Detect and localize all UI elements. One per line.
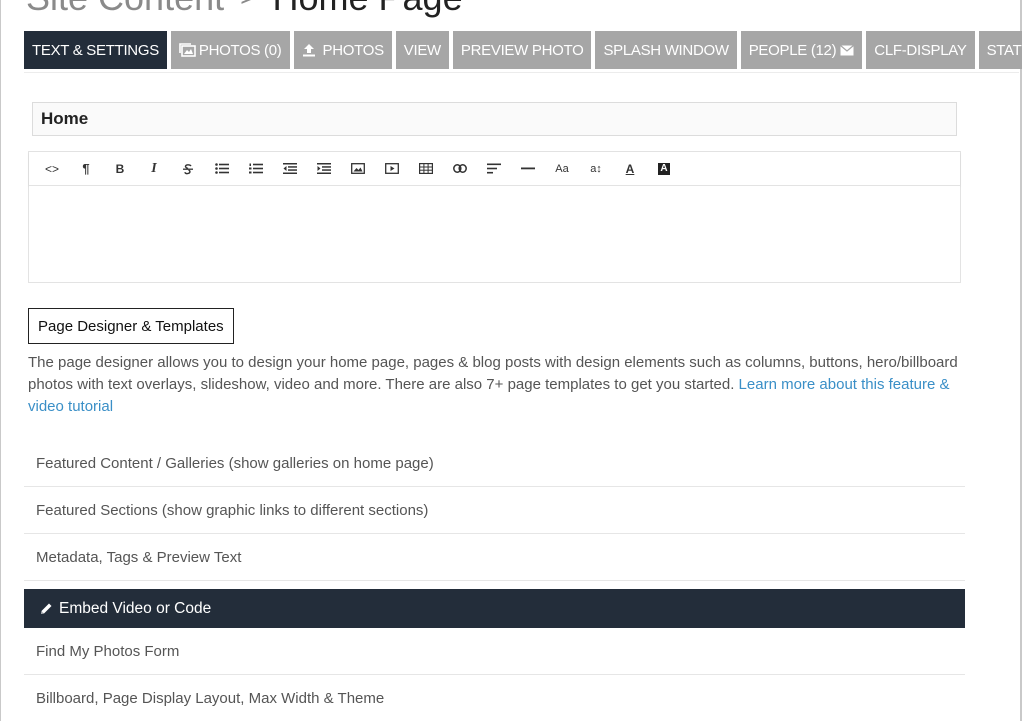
code-view-label: <> bbox=[44, 161, 59, 176]
tab-bar-divider bbox=[24, 72, 1019, 73]
section-label: Metadata, Tags & Preview Text bbox=[36, 548, 242, 566]
editor-content-area[interactable] bbox=[29, 186, 960, 282]
insert-video-icon[interactable] bbox=[375, 154, 409, 184]
font-color-label: A bbox=[625, 161, 635, 176]
section-label: Embed Video or Code bbox=[59, 599, 212, 617]
tab-bar: TEXT & SETTINGS PHOTOS (0) PHOTOS VIEW P… bbox=[24, 31, 1022, 69]
code-view-icon[interactable]: <> bbox=[35, 154, 69, 184]
line-height-icon[interactable]: a↕ bbox=[579, 154, 613, 184]
settings-sections: Featured Content / Galleries (show galle… bbox=[24, 440, 965, 721]
italic-label: I bbox=[151, 160, 157, 176]
align-icon[interactable] bbox=[477, 154, 511, 184]
tab-label: PEOPLE (12) bbox=[748, 41, 837, 59]
page-designer-description: The page designer allows you to design y… bbox=[28, 352, 958, 418]
rich-text-editor: <> ¶ B I Aa a↕ A A bbox=[28, 151, 961, 283]
italic-icon[interactable]: I bbox=[137, 154, 171, 184]
tab-label: PHOTOS (0) bbox=[198, 41, 282, 59]
tab-text-settings[interactable]: TEXT & SETTINGS bbox=[24, 31, 167, 69]
upload-icon bbox=[302, 43, 316, 57]
tab-label: VIEW bbox=[403, 41, 441, 59]
section-featured-content[interactable]: Featured Content / Galleries (show galle… bbox=[24, 440, 965, 487]
tab-view[interactable]: VIEW bbox=[395, 31, 449, 69]
outdent-icon[interactable] bbox=[273, 154, 307, 184]
breadcrumb-separator: > bbox=[240, 0, 256, 12]
bold-icon[interactable]: B bbox=[103, 154, 137, 184]
section-metadata-tags[interactable]: Metadata, Tags & Preview Text bbox=[24, 534, 965, 581]
background-color-icon[interactable]: A bbox=[647, 154, 681, 184]
numbered-list-icon[interactable] bbox=[239, 154, 273, 184]
insert-link-icon[interactable] bbox=[443, 154, 477, 184]
section-label: Featured Sections (show graphic links to… bbox=[36, 501, 429, 519]
section-find-my-photos[interactable]: Find My Photos Form bbox=[24, 628, 965, 675]
photos-stack-icon bbox=[179, 43, 196, 57]
tab-photos-count[interactable]: PHOTOS (0) bbox=[170, 31, 290, 69]
section-billboard-layout[interactable]: Billboard, Page Display Layout, Max Widt… bbox=[24, 675, 965, 721]
page-title-text: Home Page bbox=[272, 0, 462, 18]
bulleted-list-icon[interactable] bbox=[205, 154, 239, 184]
tab-label: PHOTOS bbox=[322, 41, 385, 59]
envelope-icon bbox=[840, 44, 855, 56]
page-title-field[interactable] bbox=[32, 102, 957, 136]
tab-label: CLF-DISPLAY bbox=[874, 41, 967, 59]
tab-preview-photo[interactable]: PREVIEW PHOTO bbox=[452, 31, 592, 69]
font-size-label: Aa bbox=[555, 162, 569, 175]
tab-clf-display[interactable]: CLF-DISPLAY bbox=[866, 31, 975, 69]
tab-upload-photos[interactable]: PHOTOS bbox=[293, 31, 392, 69]
tab-label: STATS bbox=[986, 41, 1022, 59]
section-label: Find My Photos Form bbox=[36, 642, 180, 660]
insert-image-icon[interactable] bbox=[341, 154, 375, 184]
horizontal-rule-icon[interactable] bbox=[511, 154, 545, 184]
pencil-icon bbox=[40, 602, 53, 615]
tab-label: SPLASH WINDOW bbox=[603, 41, 729, 59]
paragraph-icon[interactable]: ¶ bbox=[69, 154, 103, 184]
window-border-left bbox=[0, 0, 1, 721]
section-label: Featured Content / Galleries (show galle… bbox=[36, 454, 434, 472]
tab-label: PREVIEW PHOTO bbox=[460, 41, 584, 59]
line-height-label: a↕ bbox=[590, 162, 602, 175]
tab-people[interactable]: PEOPLE (12) bbox=[740, 31, 863, 69]
tab-label: TEXT & SETTINGS bbox=[32, 41, 159, 59]
background-color-label: A bbox=[658, 162, 670, 175]
breadcrumb-site-content[interactable]: Site Content bbox=[26, 0, 224, 18]
tab-stats[interactable]: STATS bbox=[978, 31, 1022, 69]
paragraph-label: ¶ bbox=[82, 161, 90, 176]
font-size-icon[interactable]: Aa bbox=[545, 154, 579, 184]
section-embed-video-code[interactable]: Embed Video or Code bbox=[24, 589, 965, 628]
editor-toolbar: <> ¶ B I Aa a↕ A A bbox=[29, 152, 960, 186]
indent-icon[interactable] bbox=[307, 154, 341, 184]
section-label: Billboard, Page Display Layout, Max Widt… bbox=[36, 689, 385, 707]
tab-splash-window[interactable]: SPLASH WINDOW bbox=[595, 31, 737, 69]
strikethrough-icon[interactable] bbox=[171, 154, 205, 184]
font-color-icon[interactable]: A bbox=[613, 154, 647, 184]
page-title: Site Content > Home Page bbox=[26, 0, 463, 16]
insert-table-icon[interactable] bbox=[409, 154, 443, 184]
section-featured-sections[interactable]: Featured Sections (show graphic links to… bbox=[24, 487, 965, 534]
page-designer-templates-button[interactable]: Page Designer & Templates bbox=[28, 308, 234, 344]
bold-label: B bbox=[115, 161, 125, 176]
